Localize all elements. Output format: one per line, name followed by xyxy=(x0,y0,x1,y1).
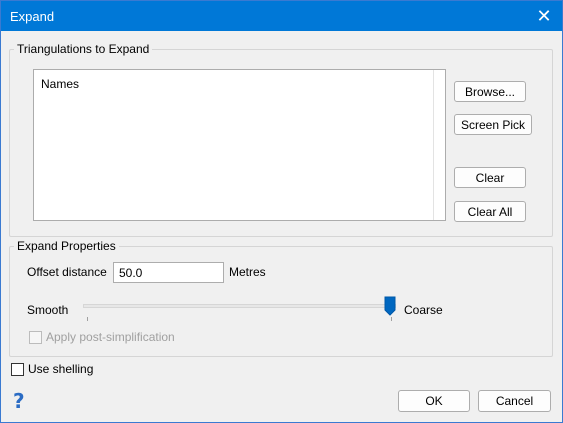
ok-button[interactable]: OK xyxy=(398,390,470,412)
coarse-label: Coarse xyxy=(404,303,443,317)
offset-unit-label: Metres xyxy=(229,265,266,279)
clear-all-button[interactable]: Clear All xyxy=(454,201,526,222)
cancel-button[interactable]: Cancel xyxy=(478,390,551,412)
slider-tick-max xyxy=(391,317,392,321)
expand-dialog: Expand ✕ Triangulations to Expand Names … xyxy=(0,0,563,423)
use-shelling-label: Use shelling xyxy=(28,362,94,376)
screen-pick-button[interactable]: Screen Pick xyxy=(454,114,532,135)
triangulation-names-list[interactable]: Names xyxy=(33,69,446,221)
names-column-header: Names xyxy=(41,77,80,91)
use-shelling-checkbox-box[interactable] xyxy=(11,362,24,376)
offset-distance-input[interactable]: 50.0 xyxy=(113,262,224,283)
triangulations-group: Triangulations to Expand Names Browse...… xyxy=(9,42,553,237)
browse-button[interactable]: Browse... xyxy=(454,81,526,102)
triangulations-group-label: Triangulations to Expand xyxy=(14,42,153,56)
smoothness-slider-thumb[interactable] xyxy=(384,296,396,316)
title-bar: Expand ✕ xyxy=(1,1,562,31)
offset-distance-label: Offset distance xyxy=(27,265,107,279)
window-title: Expand xyxy=(10,9,55,24)
post-simplification-label: Apply post-simplification xyxy=(46,330,175,344)
post-simplification-checkbox[interactable]: Apply post-simplification xyxy=(29,330,175,344)
smooth-label: Smooth xyxy=(27,303,69,317)
question-mark-icon[interactable]: ? xyxy=(13,389,25,413)
smoothness-slider-track[interactable] xyxy=(83,304,396,308)
expand-properties-group: Expand Properties Offset distance 50.0 M… xyxy=(9,239,553,357)
expand-properties-group-label: Expand Properties xyxy=(14,239,119,253)
post-simplification-checkbox-box[interactable] xyxy=(29,330,42,344)
clear-button[interactable]: Clear xyxy=(454,167,526,188)
use-shelling-checkbox[interactable]: Use shelling xyxy=(11,362,93,376)
close-icon[interactable]: ✕ xyxy=(526,1,562,31)
list-vertical-scrollbar[interactable] xyxy=(433,70,445,220)
slider-tick-min xyxy=(87,317,88,321)
